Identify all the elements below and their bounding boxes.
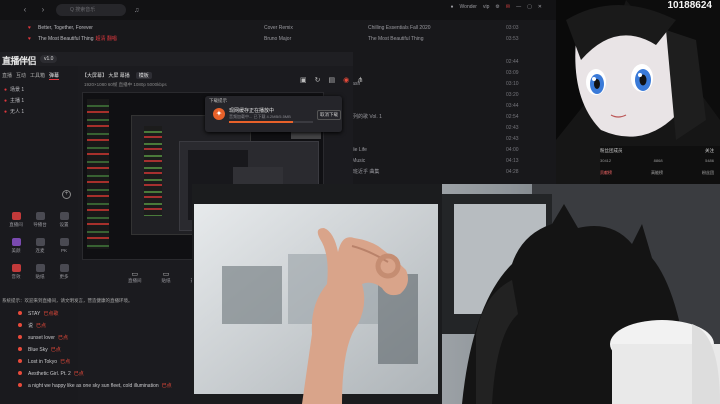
anime-overlay: 粉丝团成员 关注 30412 8868 5486 贡献榜 高能榜 粉丝团 [556, 0, 720, 184]
tool-button[interactable]: 设置 [52, 212, 76, 228]
eye-icon: ● [4, 98, 8, 104]
table-row[interactable]: ♥ The Most Beautiful Thing 超清 翻唱 Bruno Ma… [28, 33, 538, 44]
scene-item[interactable]: ● 场景 1 [4, 86, 24, 93]
chat-dot-icon [18, 371, 22, 375]
progress-bar [229, 121, 313, 123]
rank-tabs: 贡献榜 高能榜 粉丝团 [600, 170, 714, 176]
player-top-bar: ‹ › Q 搜索音乐 ♫ ● Wonder vip ⚙ ✉ — ▢ ✕ [0, 0, 560, 20]
cancel-button[interactable]: 取消下载 [317, 110, 341, 120]
back-arrow-icon[interactable]: ‹ [20, 5, 30, 15]
tool-button[interactable]: 导播台 [28, 212, 52, 228]
eye-icon: ● [4, 109, 8, 115]
nested-dock [87, 99, 109, 249]
share-icon[interactable]: ⋔ [357, 76, 363, 84]
mail-icon[interactable]: ✉ [506, 4, 510, 10]
fan-user[interactable]: 粉丝团成员 [600, 148, 623, 154]
tool-icon [11, 264, 21, 272]
bottom-icon[interactable]: 贴纸 [162, 270, 171, 284]
tab-3[interactable]: 弹幕 [49, 72, 60, 80]
template-tag[interactable]: 模板 [135, 72, 152, 79]
chat-row[interactable]: a night we happy like as one sky sun fle… [18, 382, 172, 389]
forward-arrow-icon[interactable]: › [38, 5, 48, 15]
chat-dot-icon [18, 359, 22, 363]
tab-1[interactable]: 互动 [16, 72, 26, 80]
tool-button[interactable]: 美颜 [4, 238, 28, 254]
user-name[interactable]: Wonder [460, 4, 477, 10]
chat-row[interactable]: 说已点 [18, 322, 46, 329]
chat-dot-icon [18, 311, 22, 315]
maximize-icon[interactable]: ▢ [527, 4, 532, 10]
tool-button[interactable]: PK [52, 238, 76, 253]
microphone-icon[interactable]: ♫ [134, 7, 139, 14]
left-panel-tabs: 直播 互动 工具箱 弹幕 [2, 72, 60, 80]
chat-system-notice: 系统提示：欢迎来到直播间，请文明发言，营造健康的直播环境。 [2, 298, 133, 303]
chat-dot-icon [18, 383, 22, 387]
tool-button[interactable]: 直播间 [4, 212, 28, 228]
minimize-icon[interactable]: — [516, 4, 521, 10]
chat-dot-icon [18, 323, 22, 327]
stream-header: 直播伴侣 v1.0 [0, 52, 353, 67]
search-input[interactable]: Q 搜索音乐 [56, 4, 126, 16]
webcam-feed [192, 184, 720, 404]
popup-title: 下载提示 [209, 98, 227, 103]
user-area: ● Wonder vip ⚙ ✉ — ▢ ✕ [451, 4, 542, 10]
version-badge: v1.0 [40, 55, 58, 63]
avatar[interactable]: ● [451, 4, 454, 10]
eye-icon: ● [4, 87, 8, 93]
layout-icon[interactable]: ▤ [329, 76, 336, 84]
popup-name: 现网缓存正在播放中 [229, 108, 275, 114]
bottom-icon[interactable]: 直播间 [128, 270, 142, 284]
screenshot-icon[interactable]: ▣ [300, 76, 307, 84]
heart-icon[interactable]: ♥ [28, 36, 38, 42]
rank-tab-0[interactable]: 贡献榜 [600, 170, 612, 176]
viewer-counter: 10188624 [667, 0, 713, 11]
chat-row[interactable]: Aesthetic Girl. Pt. 2 已点 [18, 370, 84, 377]
tool-icon [35, 238, 45, 246]
table-row[interactable]: ♥ Better, Together, Forever Cover Remix … [28, 22, 538, 33]
tool-button[interactable]: 贴纸 [28, 264, 52, 280]
flame-icon: ✦ [213, 108, 225, 120]
left-panel: 直播 互动 工具箱 弹幕 ● 场景 1 ● 主播 1 ● 无人 1 + 直播间 导播台 设置美颜… [0, 66, 78, 404]
settings-icon[interactable]: ⚙ [495, 4, 499, 10]
record-icon[interactable]: ◉ [343, 76, 349, 84]
chat-row[interactable]: Lost in Tokyo 已点 [18, 358, 70, 365]
tab-0[interactable]: 直播 [2, 72, 12, 80]
preview-title: 【大屏幕】 大屏 幕播 [82, 73, 130, 79]
tool-icon [11, 238, 21, 246]
download-popup: 下载提示 ✦ 现网缓存正在播放中 音频加载中... 已下载 4.2MB/5.5M… [205, 96, 342, 132]
chat-row[interactable]: Blue Sky 已点 [18, 346, 61, 353]
tool-icon [59, 238, 69, 246]
preview-header: 【大屏幕】 大屏 幕播 模板 [82, 72, 152, 79]
tool-button[interactable]: 音效 [4, 264, 28, 280]
follow-button[interactable]: 关注 [705, 148, 714, 154]
tool-icon [59, 212, 69, 220]
tool-button[interactable]: 连麦 [28, 238, 52, 254]
tool-icon [35, 212, 45, 220]
close-icon[interactable]: ✕ [538, 4, 542, 10]
heart-icon[interactable]: ♥ [28, 25, 38, 31]
chat-row[interactable]: sunset lover 已点 [18, 334, 68, 341]
scene-item[interactable]: ● 主播 1 [4, 97, 24, 104]
rank-tab-2[interactable]: 粉丝团 [702, 170, 714, 176]
add-scene-button[interactable]: + [62, 190, 71, 199]
chat-row[interactable]: STAY 已点歌 [18, 310, 58, 317]
webcam-image [192, 184, 720, 404]
tool-icon [11, 212, 21, 220]
scene-item[interactable]: ● 无人 1 [4, 108, 24, 115]
anime-character-art [556, 0, 720, 184]
preview-toolbar: ▣ ↻ ▤ ◉ ⋔ [300, 76, 363, 84]
vip-badge: vip [482, 4, 490, 10]
refresh-icon[interactable]: ↻ [315, 76, 321, 84]
popup-detail: 音频加载中... 已下载 4.2MB/5.5MB [229, 114, 291, 119]
tool-icon [35, 264, 45, 272]
chat-dot-icon [18, 335, 22, 339]
rank-tab-1[interactable]: 高能榜 [651, 170, 663, 176]
tool-button[interactable]: 更多 [52, 264, 76, 280]
preview-bottom-icons: 直播间 贴纸 开播 [128, 270, 200, 284]
stream-stats: 1920×1080 60帧 直播中 1080p 5000kbps [84, 82, 167, 87]
tab-2[interactable]: 工具箱 [30, 72, 45, 80]
stat-row: 30412 8868 5486 [600, 158, 714, 163]
chat-dot-icon [18, 347, 22, 351]
tool-icon [59, 264, 69, 272]
